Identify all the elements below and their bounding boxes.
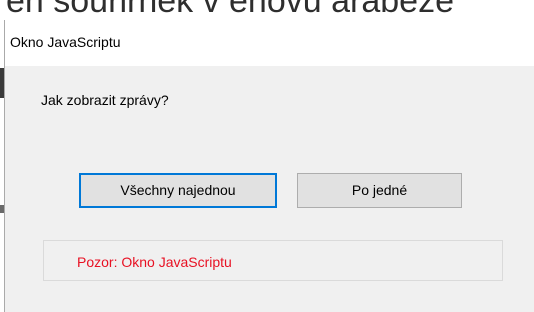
- warning-notice: Pozor: Okno JavaScriptu: [43, 240, 503, 281]
- show-all-at-once-button[interactable]: Všechny najednou: [79, 173, 277, 208]
- background-page-text: en souhrnek v enovu arabeze: [6, 0, 454, 20]
- show-one-by-one-button[interactable]: Po jedné: [297, 173, 462, 208]
- dialog-prompt: Jak zobrazit zprávy?: [41, 92, 169, 108]
- dialog-titlebar[interactable]: Okno JavaScriptu: [5, 20, 534, 66]
- warning-notice-text: Pozor: Okno JavaScriptu: [77, 254, 232, 270]
- dialog-title: Okno JavaScriptu: [10, 34, 121, 50]
- javascript-dialog: Okno JavaScriptu Jak zobrazit zprávy? Vš…: [4, 20, 534, 312]
